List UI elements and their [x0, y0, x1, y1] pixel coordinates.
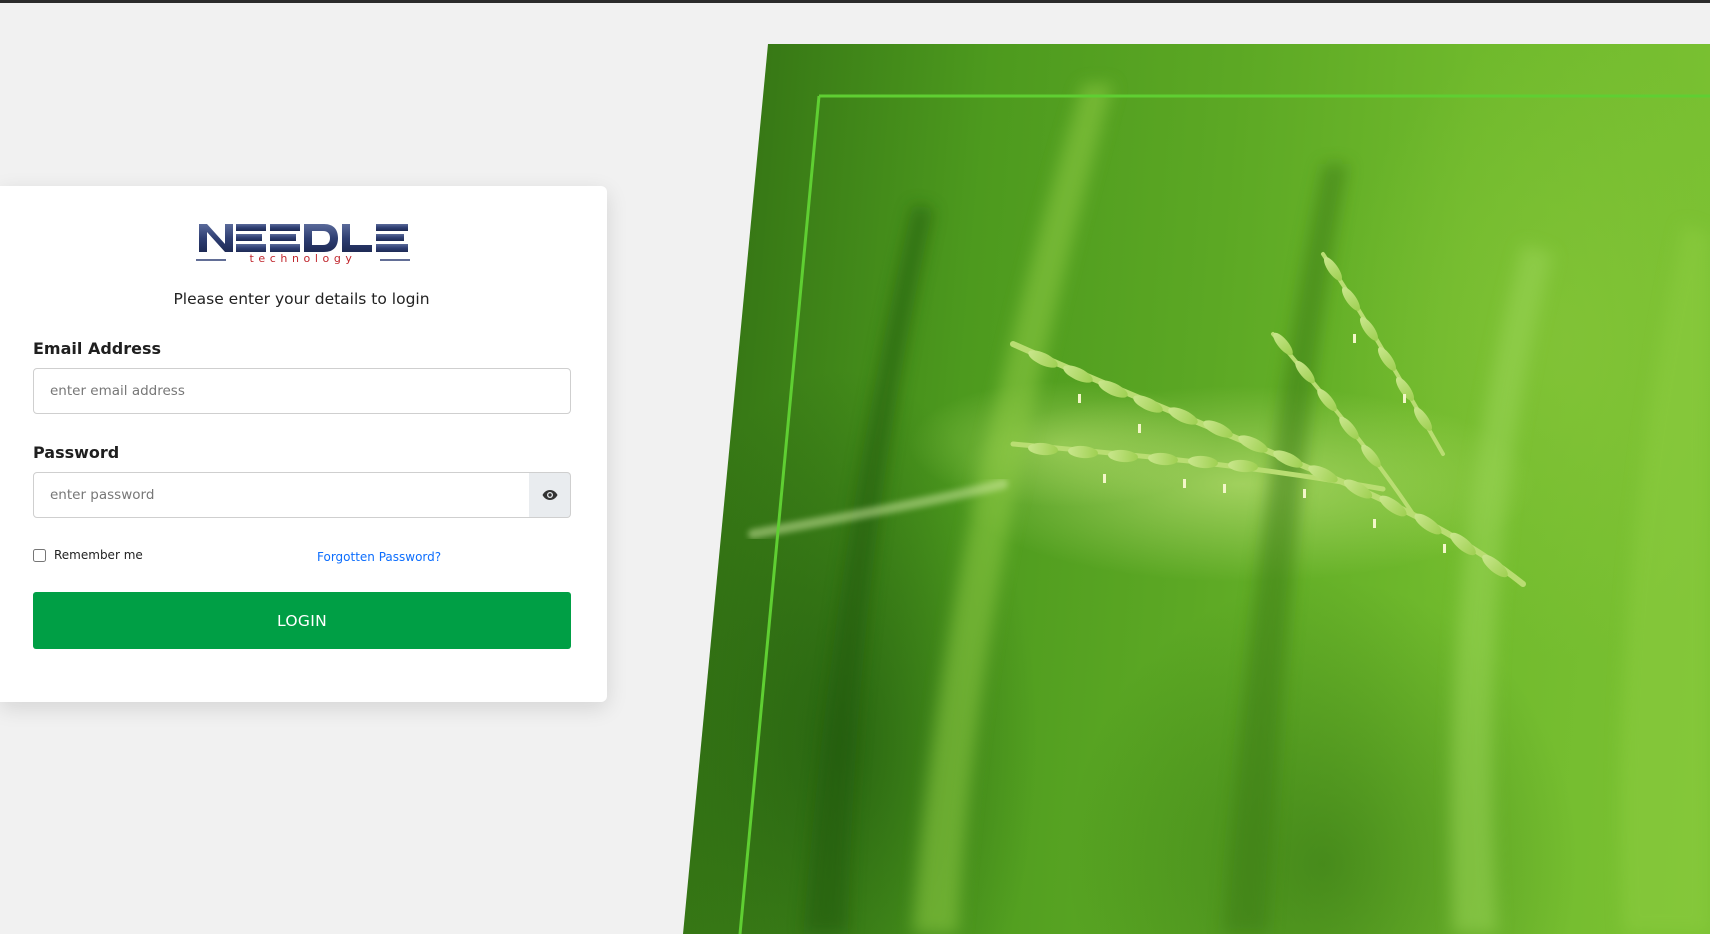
logo-tagline: technology	[249, 252, 357, 265]
login-card: technology Please enter your details to …	[0, 186, 607, 702]
login-button[interactable]: LOGIN	[33, 592, 571, 649]
remember-me-checkbox[interactable]	[33, 548, 46, 562]
show-password-button[interactable]	[529, 472, 571, 518]
remember-me: Remember me	[33, 548, 143, 562]
email-label: Email Address	[33, 339, 162, 358]
eye-icon	[542, 490, 557, 500]
forgot-password-link[interactable]: Forgotten Password?	[317, 550, 441, 564]
remember-me-label: Remember me	[54, 548, 143, 562]
hero-frame	[738, 94, 1710, 934]
password-input[interactable]	[33, 472, 530, 518]
login-subtitle: Please enter your details to login	[173, 290, 430, 308]
top-border	[0, 0, 1710, 3]
hero-image	[683, 44, 1710, 934]
needle-technology-logo: technology	[196, 222, 410, 266]
password-label: Password	[33, 443, 120, 462]
email-input[interactable]	[33, 368, 571, 414]
